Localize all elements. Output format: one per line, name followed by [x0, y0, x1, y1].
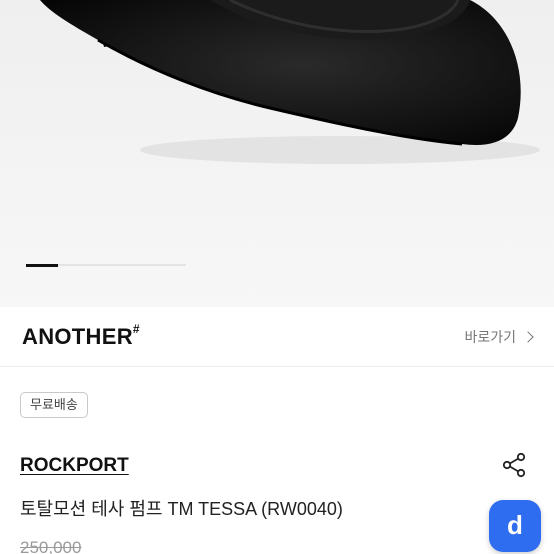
share-icon[interactable]	[501, 452, 527, 478]
product-name: 토탈모션 테사 펌프 TM TESSA (RW0040)	[20, 499, 343, 519]
brand-logo-mark: #	[132, 321, 140, 336]
goto-brand-label: 바로가기	[464, 329, 516, 345]
chevron-right-icon	[522, 331, 534, 343]
app-button-label: d	[507, 509, 523, 540]
goto-brand-link[interactable]: 바로가기	[464, 327, 534, 347]
carousel-indicator	[26, 264, 186, 267]
brand-bar[interactable]: ANOTHER# 바로가기	[0, 307, 554, 367]
brand-logo[interactable]: ANOTHER#	[22, 321, 140, 350]
brand-logo-text: ANOTHER	[22, 324, 133, 349]
product-image-carousel[interactable]	[0, 0, 554, 307]
app-launch-button[interactable]: d	[489, 500, 541, 552]
product-brand-link[interactable]: ROCKPORT	[20, 455, 129, 477]
product-image	[0, 0, 554, 307]
carousel-active-segment	[26, 264, 58, 267]
free-shipping-badge: 무료배송	[20, 392, 88, 418]
original-price: 250,000	[20, 538, 82, 554]
